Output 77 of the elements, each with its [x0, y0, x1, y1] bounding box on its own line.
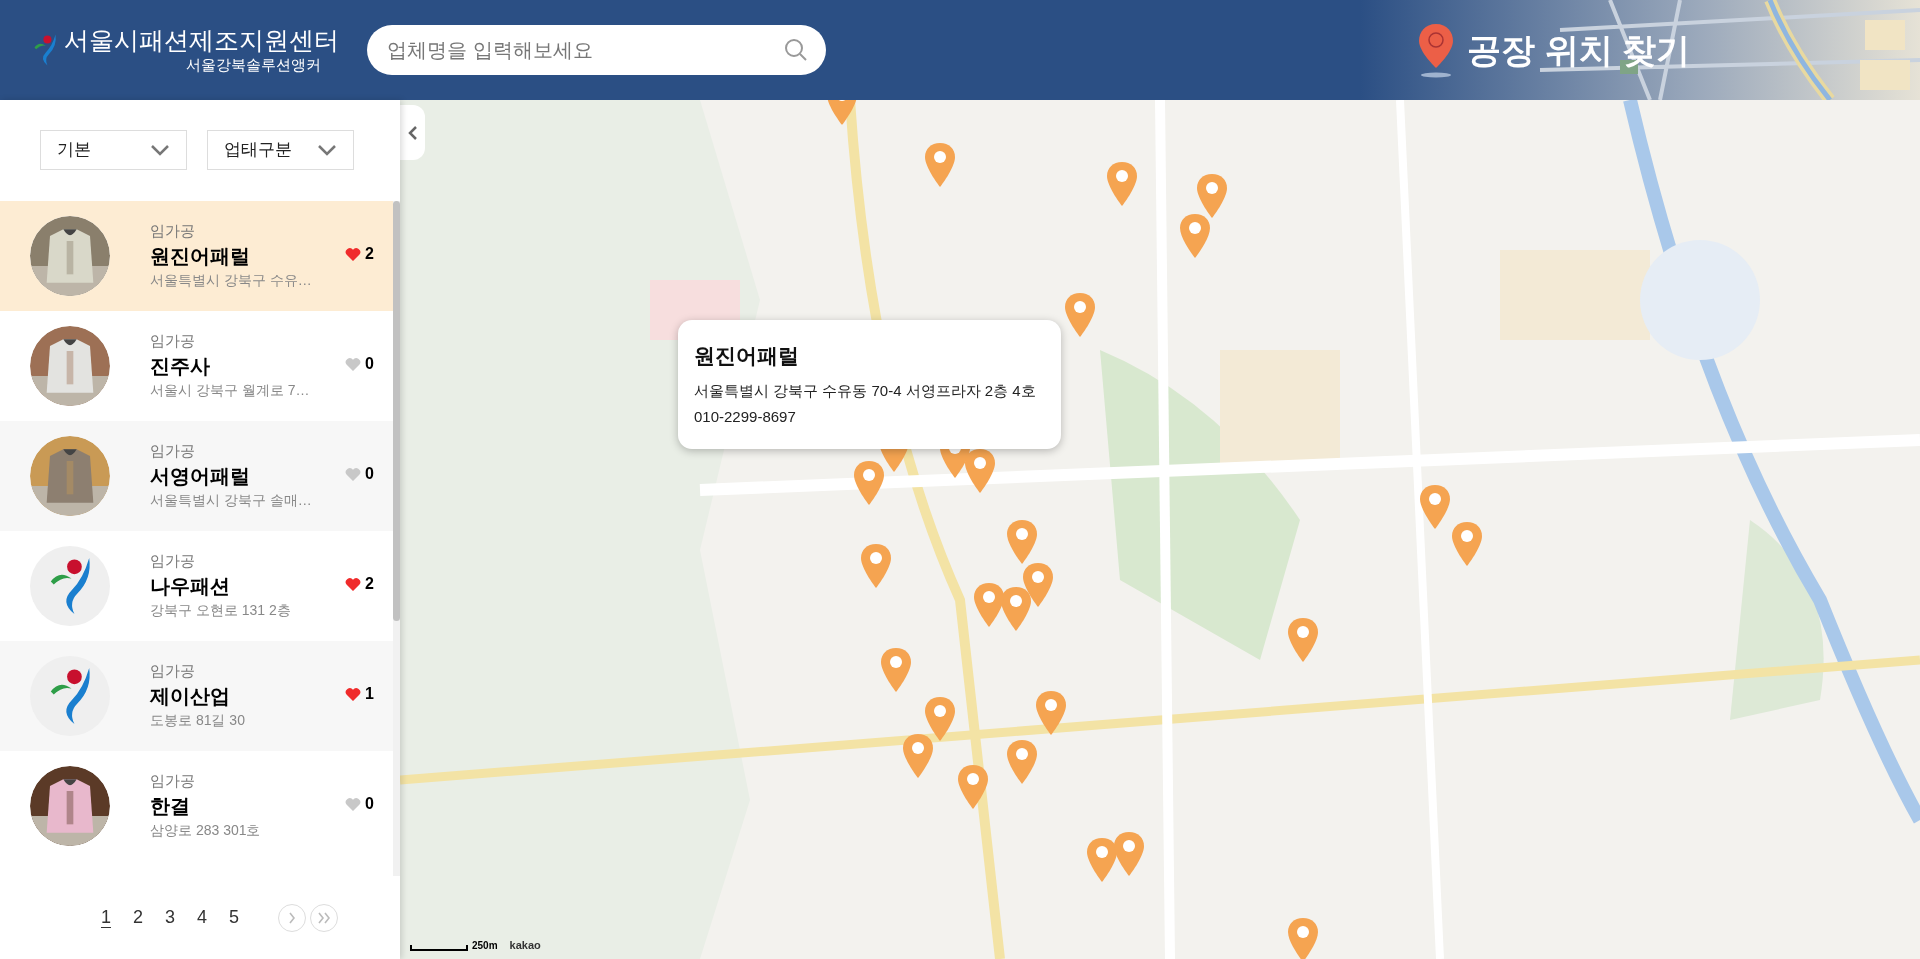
company-name: 진주사 [150, 354, 211, 380]
like-count: 0 [365, 354, 374, 374]
collapse-panel-button[interactable] [400, 105, 425, 160]
category-label: 임가공 [150, 332, 196, 352]
map-pin-icon[interactable] [973, 582, 1006, 629]
popup-title: 원진어패럴 [694, 343, 800, 369]
company-name: 제이산업 [150, 684, 231, 710]
map-pin-icon[interactable] [1196, 173, 1229, 220]
company-list-item[interactable]: 임가공 제이산업 도봉로 81길 30 1 [0, 641, 393, 751]
map-pin-icon[interactable] [1034, 690, 1067, 737]
chevron-down-icon [150, 144, 170, 156]
scrollbar-thumb[interactable] [393, 201, 400, 621]
filter-dropdown[interactable]: 기본 [40, 130, 187, 170]
like-count: 0 [365, 794, 374, 814]
company-address: 서울특별시 강북구 수유… [150, 272, 313, 290]
map-pin-icon[interactable] [1006, 739, 1039, 786]
like-count: 0 [365, 464, 374, 484]
map-pin-icon[interactable] [1000, 586, 1033, 633]
map-pin-icon[interactable] [1179, 212, 1212, 259]
map-pin-icon[interactable] [963, 447, 996, 494]
filter-dropdown[interactable]: 업태구분 [207, 130, 354, 170]
company-address: 강북구 오현로 131 2층 [150, 602, 292, 620]
company-name: 원진어패럴 [150, 244, 251, 270]
company-address: 서울시 강북구 월계로 7… [150, 382, 311, 400]
map-pin-icon[interactable] [1286, 916, 1319, 959]
chevron-right-icon [289, 911, 295, 924]
company-name: 서영어패럴 [150, 464, 251, 490]
double-chevron-right-icon [318, 911, 330, 924]
like-count: 2 [365, 244, 374, 264]
page-link[interactable]: 1 [90, 904, 122, 931]
category-label: 임가공 [150, 552, 196, 572]
site-title: 서울시패션제조지원센터 [64, 25, 339, 56]
map-pin-icon[interactable] [1064, 292, 1096, 339]
map-provider-label: kakao [509, 940, 541, 951]
map-pin-icon[interactable] [859, 543, 892, 590]
company-list-item[interactable]: 임가공 서영어패럴 서울특별시 강북구 솔매… 0 [0, 421, 393, 531]
map-pin-icon[interactable] [880, 647, 913, 694]
search-icon[interactable] [784, 38, 808, 62]
popup-phone: 010-2299-8697 [694, 407, 797, 427]
company-address: 서울특별시 강북구 솔매… [150, 492, 313, 510]
like-count: 2 [365, 574, 374, 594]
scale-label: 250m [472, 941, 498, 951]
chevron-down-icon [317, 144, 337, 156]
category-label: 임가공 [150, 662, 196, 682]
company-name: 나우패션 [150, 574, 231, 600]
map-pin-icon[interactable] [902, 733, 935, 780]
map-pin-icon[interactable] [1113, 831, 1145, 877]
company-address: 도봉로 81길 30 [150, 712, 246, 730]
page-link[interactable]: 3 [154, 904, 186, 931]
map-pin-icon[interactable] [957, 763, 990, 810]
map-pin-icon[interactable] [924, 696, 957, 743]
map-pin-icon[interactable] [1086, 837, 1119, 884]
page-link[interactable]: 5 [218, 904, 250, 931]
map-pin-icon[interactable] [1419, 484, 1452, 531]
map-pin-icon[interactable] [853, 460, 886, 506]
site-subtitle: 서울강북솔루션앵커 [186, 56, 321, 75]
like-count: 1 [365, 684, 374, 704]
category-label: 임가공 [150, 442, 196, 462]
map-pin-icon[interactable] [1105, 161, 1138, 208]
page-link[interactable]: 2 [122, 904, 154, 931]
heart-icon[interactable] [345, 686, 361, 702]
scale-bar [410, 945, 468, 951]
heart-icon[interactable] [345, 576, 361, 592]
map-pin-icon[interactable] [1286, 616, 1319, 663]
popup-address: 서울특별시 강북구 수유동 70-4 서영프라자 2층 4호 [694, 380, 1037, 401]
category-label: 임가공 [150, 222, 196, 242]
map-pin-icon[interactable] [924, 141, 957, 188]
search-field[interactable]: 업체명을 입력해보세요 [367, 25, 826, 75]
map-pin-icon[interactable] [1006, 518, 1039, 565]
company-address: 삼양로 283 301호 [150, 822, 262, 840]
chevron-left-icon [407, 124, 418, 141]
category-label: 임가공 [150, 772, 196, 792]
company-list-item[interactable]: 임가공 원진어패럴 서울특별시 강북구 수유… 2 [0, 201, 393, 311]
company-name: 한결 [150, 794, 191, 820]
page-link[interactable]: 4 [186, 904, 218, 931]
heart-icon[interactable] [345, 246, 361, 262]
map-pin-icon[interactable] [1450, 521, 1483, 568]
